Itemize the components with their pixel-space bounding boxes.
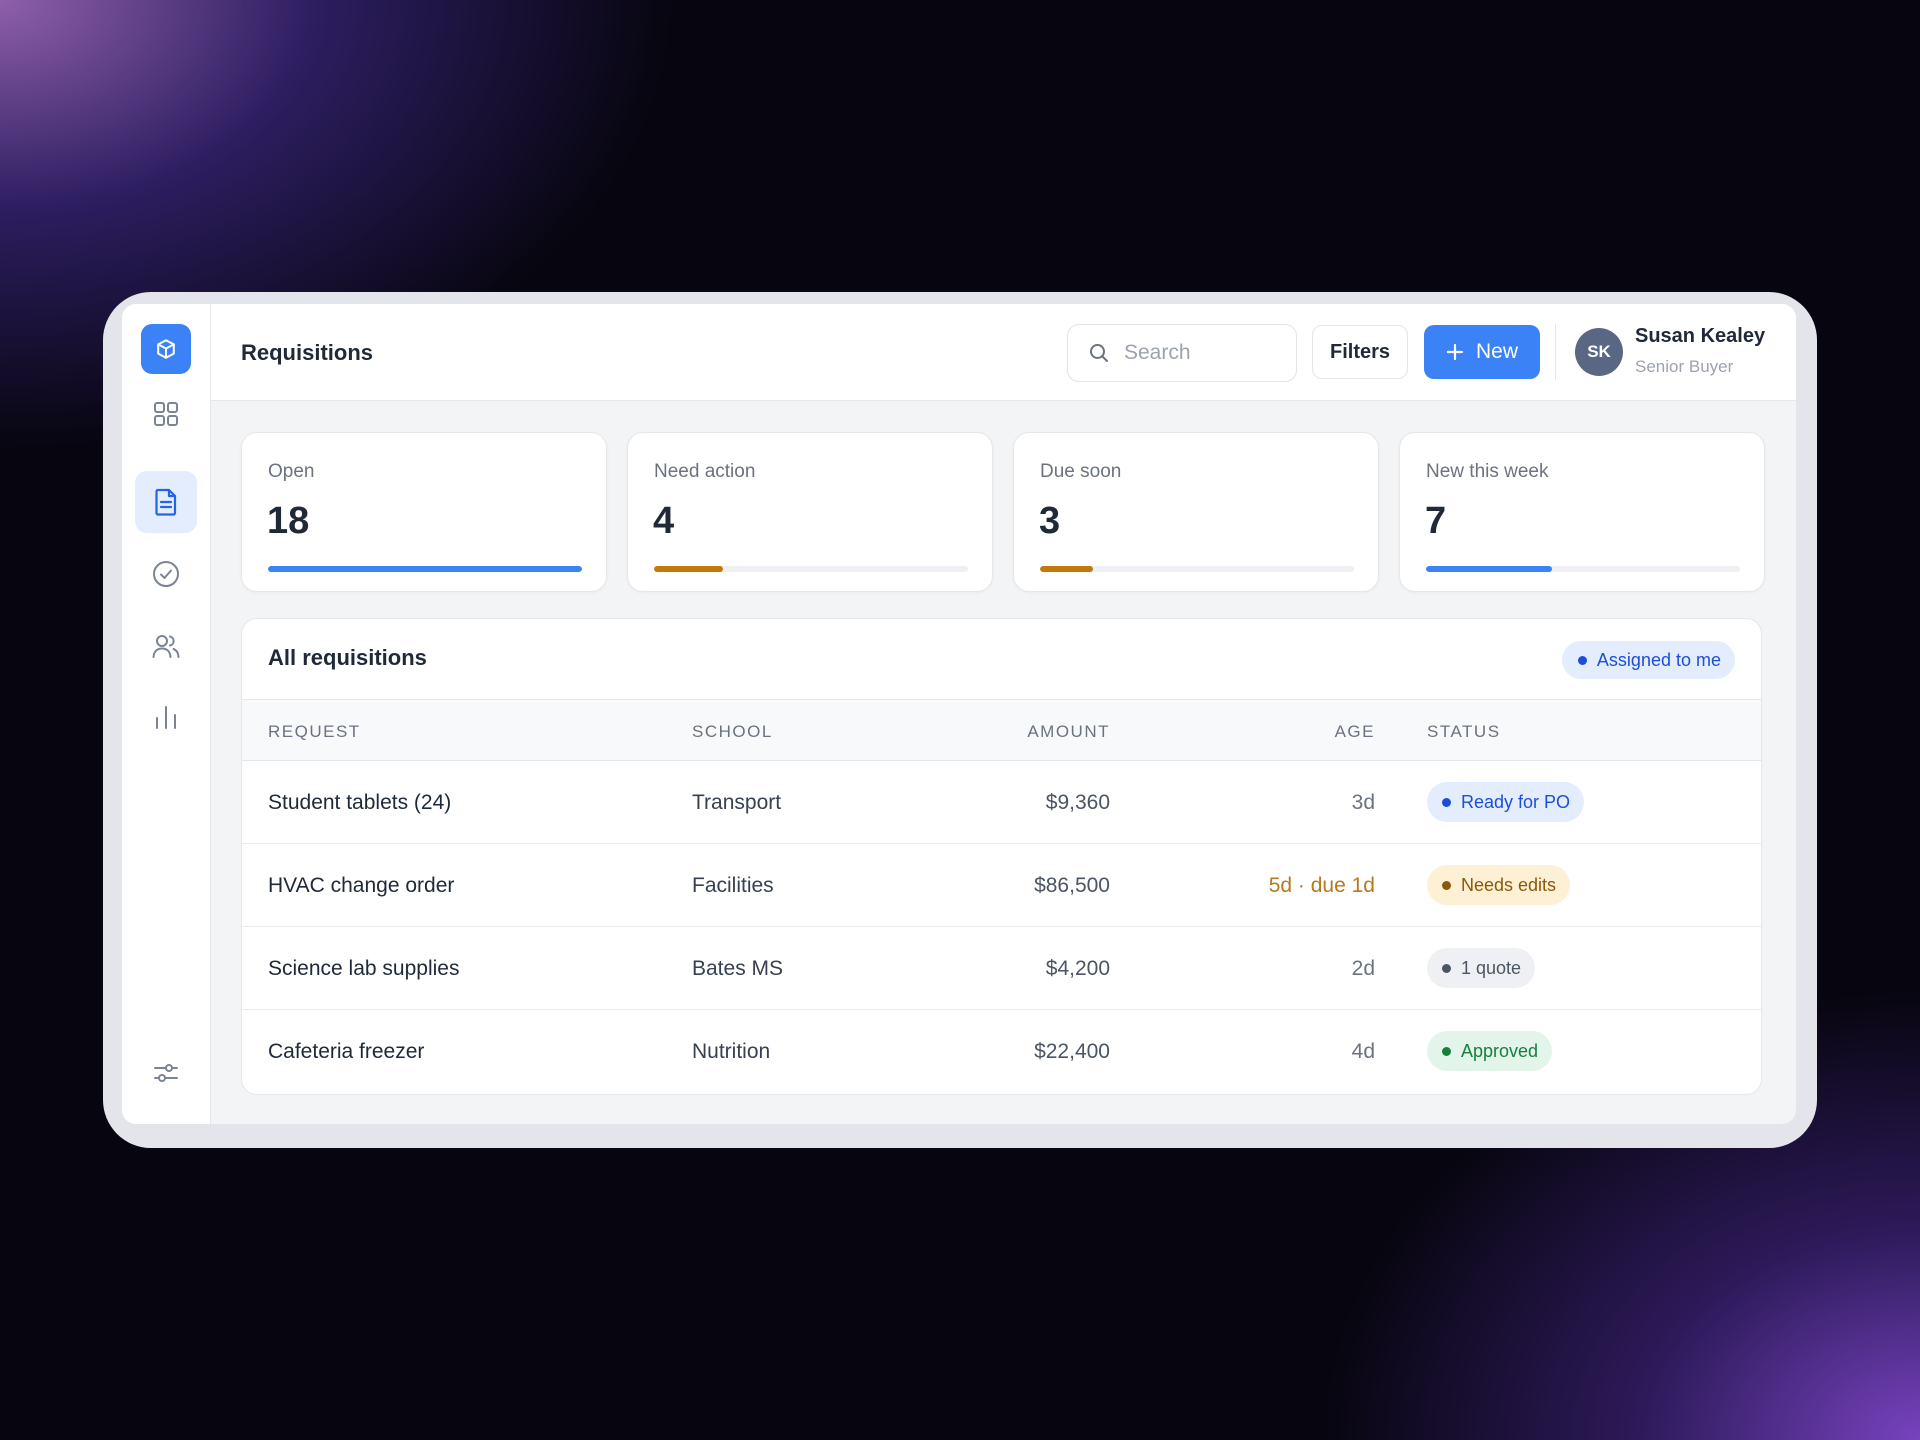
status-badge: Ready for PO [1427,782,1585,822]
chip-dot [1577,655,1587,665]
column-header-amount[interactable]: AMOUNT [1027,722,1110,742]
sidebar-item-reports[interactable] [135,686,197,748]
stat-progress-fill [1426,566,1552,572]
stat-progress-track [1426,566,1740,572]
stat-label: Due soon [1040,461,1122,482]
amount-cell: $22,400 [1034,1040,1110,1063]
status-label: 1 quote [1461,957,1522,978]
column-header-request[interactable]: REQUEST [268,722,361,742]
sidebar-item-vendors[interactable] [135,615,197,677]
amount-cell: $86,500 [1034,874,1110,897]
stat-progress-fill [268,566,582,572]
new-requisition-button[interactable]: New [1424,325,1540,379]
request-cell: Science lab supplies [268,957,460,980]
topbar-divider [1555,324,1556,380]
amount-cell: $4,200 [1045,957,1110,980]
top-bar: Requisitions Filters New SK Susan Kealey [211,304,1796,401]
status-label: Approved [1461,1040,1539,1061]
stat-progress-track [654,566,968,572]
app-logo[interactable] [141,324,191,374]
status-dot [1442,797,1451,807]
requisitions-table: All requisitions Assigned to me REQUEST … [241,618,1762,1095]
stat-card-due-soon[interactable]: Due soon 3 [1013,432,1379,592]
request-cell: Cafeteria freezer [268,1040,425,1063]
status-badge: 1 quote [1427,948,1536,988]
plus-icon [1446,343,1464,361]
column-header-status[interactable]: STATUS [1427,722,1501,742]
school-cell: Transport [692,791,782,814]
school-cell: Facilities [692,874,774,897]
age-cell: 2d [1351,957,1375,980]
table-row[interactable]: Science lab supplies Bates MS $4,200 2d … [242,927,1761,1010]
stat-label: New this week [1426,461,1549,482]
stat-card-need-action[interactable]: Need action 4 [627,432,993,592]
main-content: Requisitions Filters New SK Susan Kealey [211,304,1796,1124]
column-header-age[interactable]: AGE [1335,722,1375,742]
users-icon [152,635,180,658]
stat-progress-track [268,566,582,572]
stat-value: 4 [653,500,675,542]
assigned-to-me-chip[interactable]: Assigned to me [1561,641,1735,679]
bar-chart-icon [156,706,176,729]
status-badge: Needs edits [1427,865,1571,905]
table-row[interactable]: Cafeteria freezer Nutrition $22,400 4d A… [242,1010,1761,1093]
column-header-school[interactable]: SCHOOL [692,722,773,742]
stat-card-new-this-week[interactable]: New this week 7 [1399,432,1765,592]
stat-value: 3 [1039,500,1061,542]
chip-label: Assigned to me [1596,649,1721,670]
new-button-label: New [1475,340,1518,363]
request-cell: Student tablets (24) [268,791,452,814]
status-label: Ready for PO [1461,791,1571,812]
status-label: Needs edits [1461,874,1557,895]
stat-value: 18 [267,500,310,542]
age-cell: 3d [1351,791,1375,814]
stat-card-open[interactable]: Open 18 [241,432,607,592]
search-input[interactable] [1124,341,1274,365]
age-cell: 4d [1351,1040,1375,1063]
status-dot [1442,1046,1451,1056]
request-cell: HVAC change order [268,874,455,897]
stat-label: Need action [654,461,756,482]
status-badge: Approved [1427,1031,1553,1071]
amount-cell: $9,360 [1045,791,1110,814]
sidebar-item-requisitions[interactable] [135,471,197,533]
status-dot [1442,880,1451,890]
stat-progress-fill [654,566,724,572]
school-cell: Bates MS [692,957,784,980]
filters-button[interactable]: Filters [1312,325,1408,379]
table-header: REQUEST SCHOOL AMOUNT AGE STATUS [242,699,1761,761]
search-box[interactable] [1067,324,1297,382]
app-window: Requisitions Filters New SK Susan Kealey [122,304,1796,1124]
page-title: Requisitions [241,340,374,365]
avatar[interactable]: SK [1575,328,1623,376]
document-icon [155,488,177,516]
user-name: Susan Kealey [1635,325,1766,347]
table-title: All requisitions [268,645,427,670]
table-row[interactable]: Student tablets (24) Transport $9,360 3d… [242,761,1761,844]
status-dot [1442,963,1451,973]
stat-progress-track [1040,566,1354,572]
settings-button[interactable] [135,1042,197,1104]
stat-label: Open [268,461,315,482]
stat-value: 7 [1425,500,1447,542]
table-row[interactable]: HVAC change order Facilities $86,500 5d … [242,844,1761,927]
sidebar-item-dashboard[interactable] [135,383,197,445]
sliders-icon [154,1064,178,1082]
sidebar [122,304,211,1124]
sidebar-item-approvals[interactable] [135,543,197,605]
stat-progress-fill [1040,566,1094,572]
age-cell: 5d · due 1d [1268,874,1375,897]
user-role: Senior Buyer [1635,357,1734,376]
check-circle-icon [153,561,179,587]
school-cell: Nutrition [692,1040,771,1063]
cube-icon [157,339,175,359]
search-icon [1090,344,1108,362]
grid-icon [154,402,178,426]
